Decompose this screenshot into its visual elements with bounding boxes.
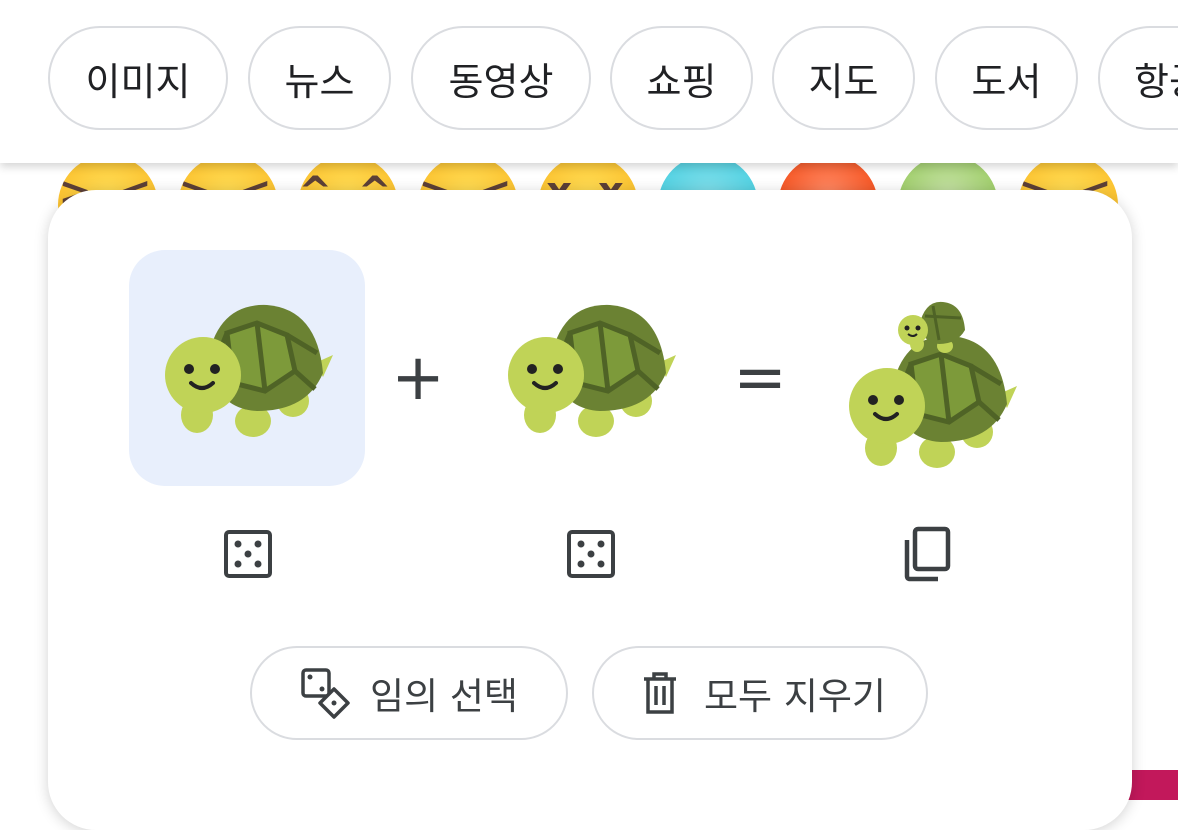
random-select-button[interactable]: 임의 선택 [250, 646, 568, 740]
chip-news[interactable]: 뉴스 [248, 26, 391, 130]
dice-icon [300, 667, 352, 719]
randomize-slot-2-dice-icon[interactable] [561, 524, 621, 584]
emoji-result[interactable] [813, 270, 1049, 470]
turtle-icon [165, 304, 333, 437]
emoji-slot-1[interactable] [129, 250, 365, 486]
chip-images[interactable]: 이미지 [48, 26, 228, 130]
chip-images-label: 이미지 [85, 59, 191, 104]
plus-sign: + [391, 341, 445, 415]
chip-flights[interactable]: 항공 [1098, 26, 1178, 130]
clear-all-button[interactable]: 모두 지우기 [592, 646, 928, 740]
chip-books-label: 도서 [971, 59, 1042, 104]
random-select-label: 임의 선택 [370, 675, 518, 718]
trash-icon [634, 667, 686, 719]
chip-videos-label: 동영상 [448, 59, 554, 104]
chip-shopping-label: 쇼핑 [646, 59, 717, 104]
chip-shopping[interactable]: 쇼핑 [610, 26, 753, 130]
clear-all-label: 모두 지우기 [704, 675, 886, 718]
copy-icon[interactable] [896, 524, 956, 584]
chip-news-label: 뉴스 [284, 59, 355, 104]
chip-videos[interactable]: 동영상 [411, 26, 591, 130]
chip-books[interactable]: 도서 [935, 26, 1078, 130]
chip-flights-label: 항공 [1134, 59, 1178, 104]
emoji-slot-2[interactable] [472, 250, 708, 486]
turtle-icon [508, 304, 676, 437]
chip-maps-label: 지도 [808, 59, 879, 104]
randomize-slot-1-dice-icon[interactable] [218, 524, 278, 584]
emoji-kitchen-card: + = 임의 선택 모두 지우기 [48, 190, 1132, 830]
chip-maps[interactable]: 지도 [772, 26, 915, 130]
equals-sign: = [733, 341, 787, 415]
turtle-on-turtle-icon [849, 301, 1017, 468]
search-filter-chips: 이미지 뉴스 동영상 쇼핑 지도 도서 항공 [0, 0, 1178, 163]
